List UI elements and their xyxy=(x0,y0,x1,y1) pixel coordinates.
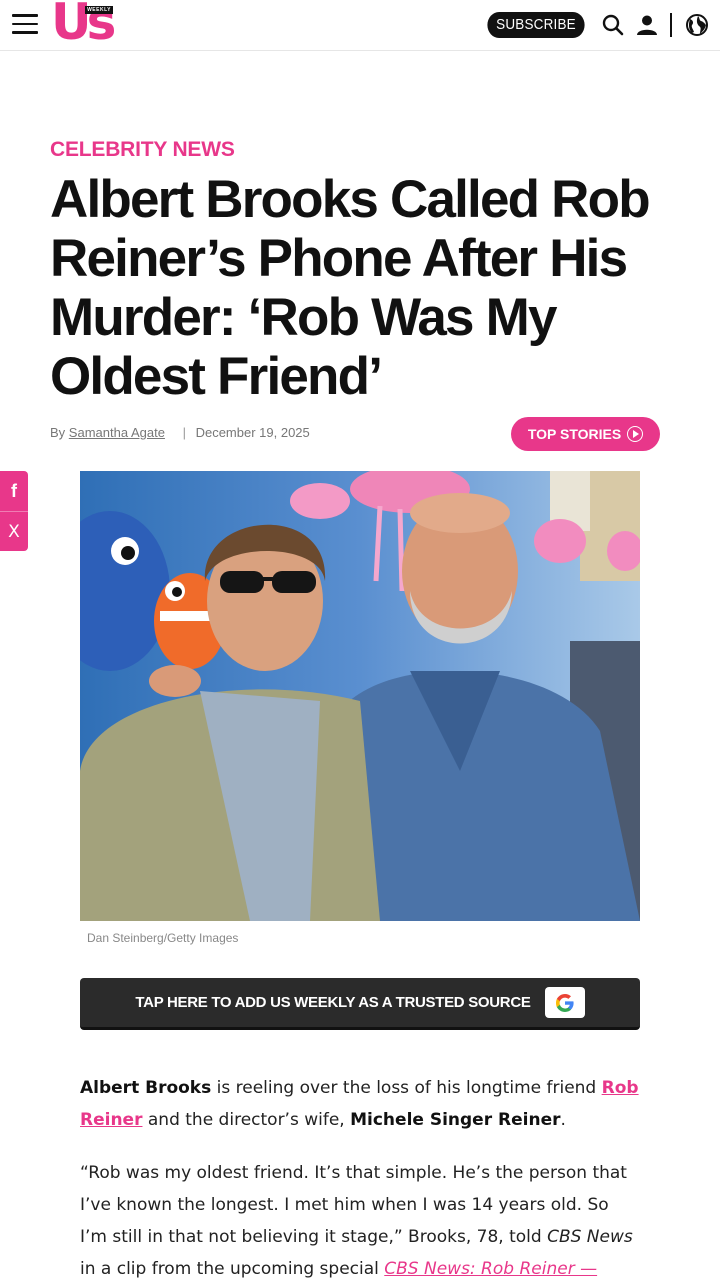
publish-date: December 19, 2025 xyxy=(195,425,310,440)
paragraph-1: Albert Brooks is reeling over the loss o… xyxy=(80,1072,640,1136)
byline-prefix: By xyxy=(50,425,66,440)
trusted-source-button[interactable]: TAP HERE TO ADD US WEEKLY AS A TRUSTED S… xyxy=(80,978,640,1030)
facebook-icon: f xyxy=(11,480,17,501)
author-link[interactable]: Samantha Agate xyxy=(69,425,165,440)
text: . xyxy=(560,1110,566,1130)
menu-icon[interactable] xyxy=(12,14,38,36)
bold-name: Michele Singer Reiner xyxy=(350,1110,561,1130)
x-share-button[interactable]: X xyxy=(0,511,28,551)
us-weekly-logo[interactable]: Us WEEKLY xyxy=(51,0,116,50)
byline-separator: | xyxy=(182,425,186,440)
top-stories-button[interactable]: TOP STORIES xyxy=(511,417,660,451)
text: in a clip from the upcoming special xyxy=(80,1259,385,1279)
globe-icon[interactable] xyxy=(685,13,709,37)
logo-badge: WEEKLY xyxy=(85,6,113,14)
text: and the director’s wife, xyxy=(142,1110,351,1130)
article-headline: Albert Brooks Called Rob Reiner’s Phone … xyxy=(50,170,651,406)
photo-caption: Dan Steinberg/Getty Images xyxy=(87,931,239,945)
google-icon xyxy=(544,987,585,1018)
source-name: CBS News xyxy=(547,1227,633,1247)
trusted-source-label: TAP HERE TO ADD US WEEKLY AS A TRUSTED S… xyxy=(135,994,531,1011)
byline: By Samantha Agate | December 19, 2025 xyxy=(50,425,310,440)
hero-photo-illustration xyxy=(80,471,640,921)
play-icon xyxy=(627,426,644,442)
x-icon: X xyxy=(8,521,20,542)
category-link[interactable]: CELEBRITY NEWS xyxy=(50,138,235,162)
subscribe-button[interactable]: SUBSCRIBE xyxy=(487,12,585,38)
social-share-rail: f X xyxy=(0,471,28,551)
account-icon[interactable] xyxy=(635,13,659,37)
facebook-share-button[interactable]: f xyxy=(0,471,28,511)
top-stories-label: TOP STORIES xyxy=(527,426,622,442)
text: is reeling over the loss of his longtime… xyxy=(211,1078,602,1098)
header-divider xyxy=(670,13,672,37)
text: “Rob was my oldest friend. It’s that sim… xyxy=(80,1163,627,1247)
paragraph-2: “Rob was my oldest friend. It’s that sim… xyxy=(80,1157,640,1280)
search-icon[interactable] xyxy=(601,13,625,37)
hero-photo xyxy=(80,471,640,921)
bold-name: Albert Brooks xyxy=(80,1078,212,1098)
site-header: Us WEEKLY SUBSCRIBE xyxy=(0,0,720,51)
